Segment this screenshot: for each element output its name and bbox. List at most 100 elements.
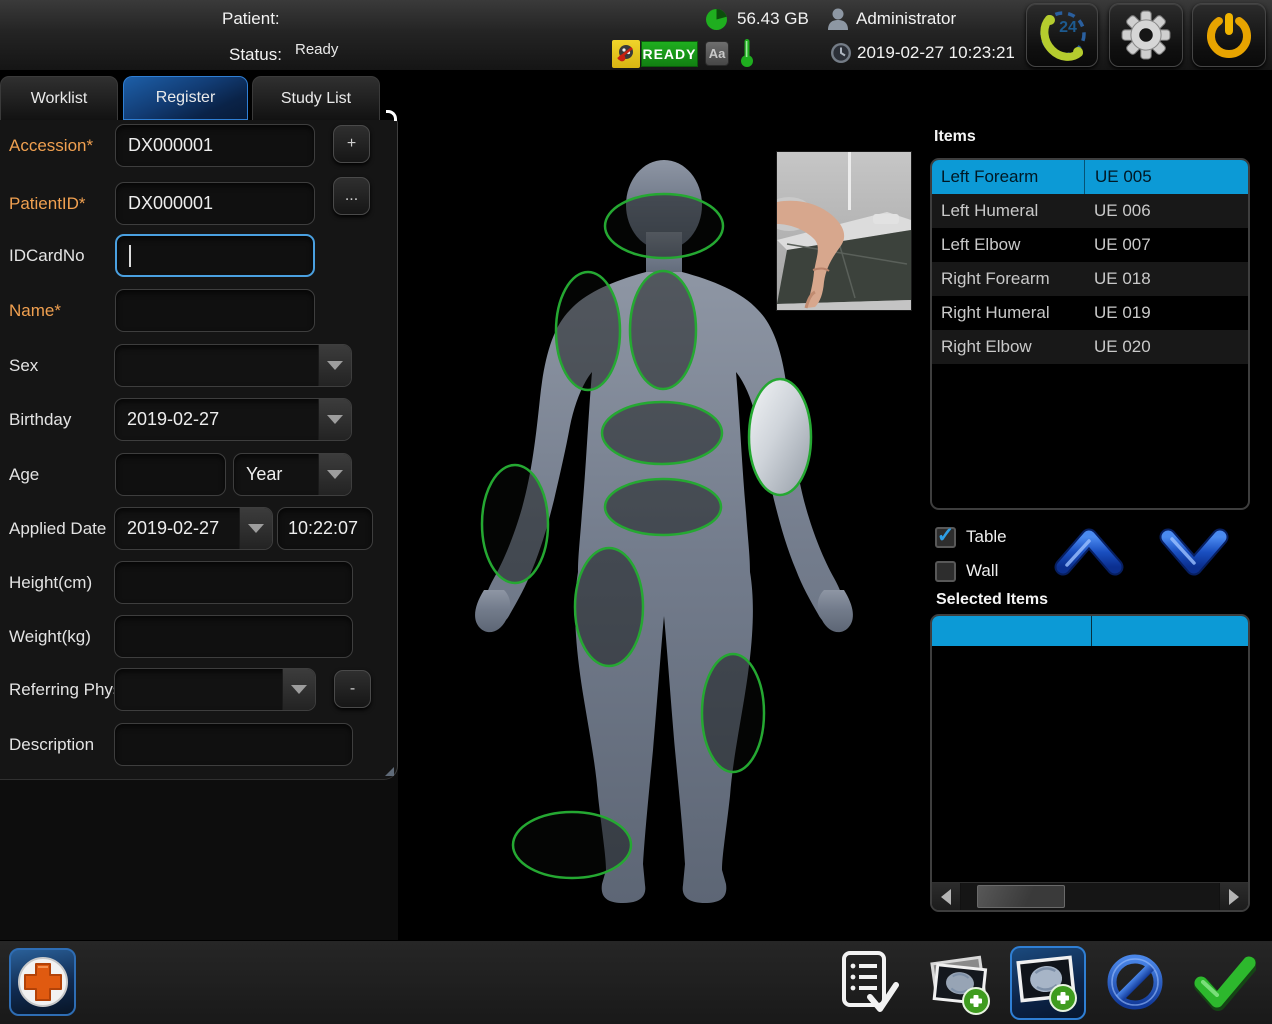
items-row-right-elbow[interactable]: Right ElbowUE 020: [932, 330, 1248, 364]
patient-id-input[interactable]: DX000001: [115, 182, 315, 225]
register-form-panel: Accession* DX000001 + PatientID* DX00000…: [0, 120, 398, 940]
check-icon: ✓: [937, 525, 955, 546]
wall-checkbox[interactable]: [935, 561, 956, 582]
applied-time-input[interactable]: 10:22:07: [277, 507, 373, 550]
body-region-left-forearm[interactable]: [749, 379, 811, 495]
age-input[interactable]: [115, 453, 226, 496]
weight-input[interactable]: [114, 615, 353, 658]
tab-register[interactable]: Register: [123, 76, 248, 120]
patient-browse-button[interactable]: ...: [333, 177, 370, 215]
age-unit-arrow[interactable]: [318, 454, 351, 495]
arrow-left-icon: [941, 889, 951, 905]
horizontal-scrollbar[interactable]: [932, 882, 1248, 910]
app-window: Patient: Status: Ready 56.43 GB Administ…: [0, 0, 1272, 1024]
items-list: Left ForearmUE 005Left HumeralUE 006Left…: [930, 158, 1250, 510]
body-region-head[interactable]: [605, 194, 723, 258]
body-region-pelvis[interactable]: [605, 479, 721, 535]
scrollbar-thumb[interactable]: [977, 885, 1065, 908]
chevron-down-icon: [248, 524, 264, 533]
item-name: Left Forearm: [932, 160, 1084, 194]
items-row-left-forearm[interactable]: Left ForearmUE 005: [932, 160, 1248, 194]
description-input[interactable]: [114, 723, 353, 766]
cancel-button[interactable]: [1106, 953, 1164, 1011]
add-image-button-active[interactable]: [1010, 946, 1086, 1020]
tab-worklist[interactable]: Worklist: [0, 76, 118, 120]
referring-physician-select[interactable]: [114, 668, 316, 711]
referring-physician-label: Referring Phys: [9, 668, 121, 711]
top-status-bar: Patient: Status: Ready 56.43 GB Administ…: [0, 0, 1272, 72]
applied-date-select[interactable]: 2019-02-27: [114, 507, 273, 550]
power-icon: [1203, 9, 1255, 61]
clock-icon: [830, 42, 852, 64]
items-row-left-elbow[interactable]: Left ElbowUE 007: [932, 228, 1248, 262]
positioning-guide-thumbnail[interactable]: [777, 152, 911, 310]
bottom-toolbar: [0, 940, 1272, 1024]
panel-corner-accent: [386, 110, 397, 121]
items-row-right-forearm[interactable]: Right ForearmUE 018: [932, 262, 1248, 296]
item-code: UE 019: [1084, 296, 1248, 330]
body-region-right-thigh[interactable]: [575, 548, 643, 666]
birthday-select-arrow[interactable]: [318, 399, 351, 440]
applied-date-arrow[interactable]: [239, 508, 272, 549]
accession-input[interactable]: DX000001: [115, 124, 315, 167]
selected-items-header: [932, 616, 1248, 646]
id-card-input[interactable]: [115, 234, 315, 277]
items-row-left-humeral[interactable]: Left HumeralUE 006: [932, 194, 1248, 228]
item-code: UE 005: [1084, 160, 1248, 194]
power-button[interactable]: [1192, 3, 1266, 67]
birthday-select[interactable]: 2019-02-27: [114, 398, 352, 441]
status-label: Status:: [229, 45, 282, 65]
referring-remove-button[interactable]: -: [334, 670, 371, 708]
body-region-right-hand[interactable]: [482, 465, 548, 583]
item-name: Left Elbow: [932, 228, 1084, 262]
referring-physician-arrow[interactable]: [282, 669, 315, 710]
body-region-chest[interactable]: [630, 271, 696, 389]
move-down-button[interactable]: [1158, 525, 1230, 579]
height-input[interactable]: [114, 561, 353, 604]
items-title: Items: [934, 128, 976, 146]
name-input[interactable]: [115, 289, 315, 332]
datetime-value: 2019-02-27 10:23:21: [857, 43, 1015, 63]
item-code: UE 006: [1084, 194, 1248, 228]
wall-checkbox-label: Wall: [966, 561, 998, 581]
scroll-right-button[interactable]: [1219, 883, 1248, 910]
scroll-left-button[interactable]: [932, 883, 961, 910]
support-24h-button[interactable]: 24: [1026, 3, 1098, 67]
id-card-label: IDCardNo: [9, 234, 85, 277]
patient-label: Patient:: [222, 9, 280, 29]
age-unit-select[interactable]: Year: [233, 453, 352, 496]
body-map-panel: [400, 120, 920, 938]
scrollbar-track[interactable]: [961, 883, 1219, 910]
accession-label: Accession*: [9, 124, 93, 167]
body-region-left-knee[interactable]: [702, 654, 764, 772]
height-label: Height(cm): [9, 561, 92, 604]
prohibition-icon: [1106, 953, 1164, 1011]
sex-select-arrow[interactable]: [318, 345, 351, 386]
support-hours-text: 24: [1059, 19, 1077, 36]
table-checkbox[interactable]: ✓: [935, 527, 956, 548]
body-region-abdomen[interactable]: [602, 402, 722, 464]
settings-button[interactable]: [1109, 3, 1183, 67]
age-label: Age: [9, 453, 39, 496]
selected-items-col1: [932, 616, 1092, 646]
body-region-right-shoulder[interactable]: [556, 272, 620, 390]
accession-add-button[interactable]: +: [333, 125, 370, 163]
confirm-button[interactable]: [1192, 949, 1256, 1015]
resize-grip[interactable]: [385, 767, 394, 776]
sex-select[interactable]: [114, 344, 352, 387]
exam-list-button[interactable]: [836, 949, 900, 1017]
user-icon: [827, 7, 849, 31]
tab-study-list[interactable]: Study List: [252, 76, 380, 120]
item-name: Right Forearm: [932, 262, 1084, 296]
items-row-right-humeral[interactable]: Right HumeralUE 019: [932, 296, 1248, 330]
add-series-button[interactable]: [922, 947, 996, 1019]
chevron-down-icon: [327, 415, 343, 424]
move-up-button[interactable]: [1053, 525, 1125, 579]
item-name: Right Elbow: [932, 330, 1084, 364]
text-caret: [129, 245, 131, 267]
item-code: UE 007: [1084, 228, 1248, 262]
font-size-button[interactable]: Aa: [705, 41, 729, 66]
body-region-feet[interactable]: [513, 812, 631, 878]
chevron-down-icon: [327, 470, 343, 479]
emergency-patient-button[interactable]: [9, 948, 76, 1016]
